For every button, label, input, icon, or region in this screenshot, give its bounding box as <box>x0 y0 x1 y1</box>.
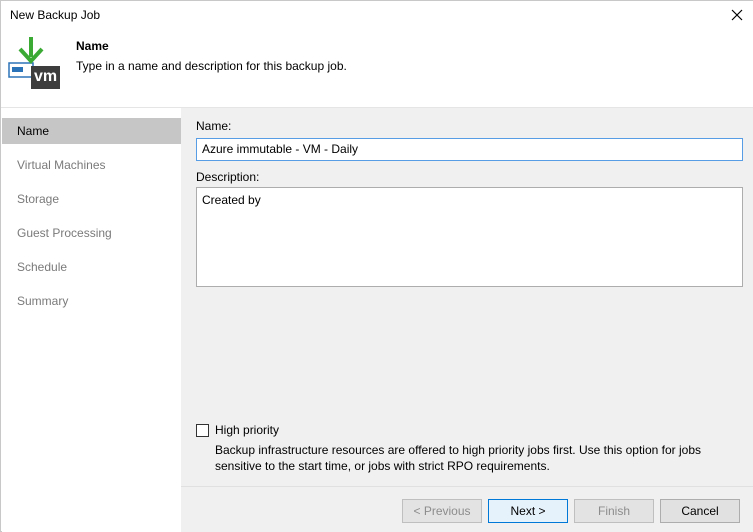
sidebar-item-summary[interactable]: Summary <box>2 288 181 314</box>
close-icon[interactable] <box>726 5 748 25</box>
sidebar-item-guest-processing[interactable]: Guest Processing <box>2 220 181 246</box>
step-description: Type in a name and description for this … <box>76 59 347 73</box>
window-title: New Backup Job <box>10 8 101 22</box>
wizard-steps-sidebar: Name Virtual Machines Storage Guest Proc… <box>2 108 181 532</box>
description-textarea[interactable]: Created by <box>196 187 743 287</box>
cancel-button[interactable]: Cancel <box>660 499 740 523</box>
backup-vm-icon: vm <box>7 35 61 91</box>
high-priority-label[interactable]: High priority <box>215 423 279 437</box>
wizard-content-panel: Name: Azure immutable - VM - Daily Descr… <box>181 108 753 486</box>
wizard-footer: < Previous Next > Finish Cancel <box>181 486 753 532</box>
previous-button[interactable]: < Previous <box>402 499 482 523</box>
sidebar-item-schedule[interactable]: Schedule <box>2 254 181 280</box>
sidebar-item-label: Summary <box>17 294 69 308</box>
finish-button[interactable]: Finish <box>574 499 654 523</box>
description-value: Created by <box>202 193 261 207</box>
name-input-value: Azure immutable - VM - Daily <box>202 142 359 156</box>
name-input[interactable]: Azure immutable - VM - Daily <box>196 138 743 161</box>
sidebar-item-label: Storage <box>17 192 60 206</box>
title-bar: New Backup Job <box>1 1 753 29</box>
step-title: Name <box>76 39 109 53</box>
high-priority-description: Backup infrastructure resources are offe… <box>215 443 702 473</box>
wizard-header: vm Name Type in a name and description f… <box>1 29 753 107</box>
sidebar-item-virtual-machines[interactable]: Virtual Machines <box>2 152 181 178</box>
sidebar-item-label: Virtual Machines <box>17 158 106 172</box>
new-backup-job-window: New Backup Job vm Name Type in a name an… <box>0 0 753 532</box>
sidebar-item-storage[interactable]: Storage <box>2 186 181 212</box>
sidebar-item-name[interactable]: Name <box>2 118 181 144</box>
description-label: Description: <box>196 170 260 184</box>
next-button[interactable]: Next > <box>488 499 568 523</box>
sidebar-item-label: Schedule <box>17 260 68 274</box>
sidebar-item-label: Name <box>17 124 50 138</box>
sidebar-item-label: Guest Processing <box>17 226 112 240</box>
vm-icon-text: vm <box>34 68 58 85</box>
high-priority-checkbox[interactable] <box>196 424 209 437</box>
name-label: Name: <box>196 119 232 133</box>
